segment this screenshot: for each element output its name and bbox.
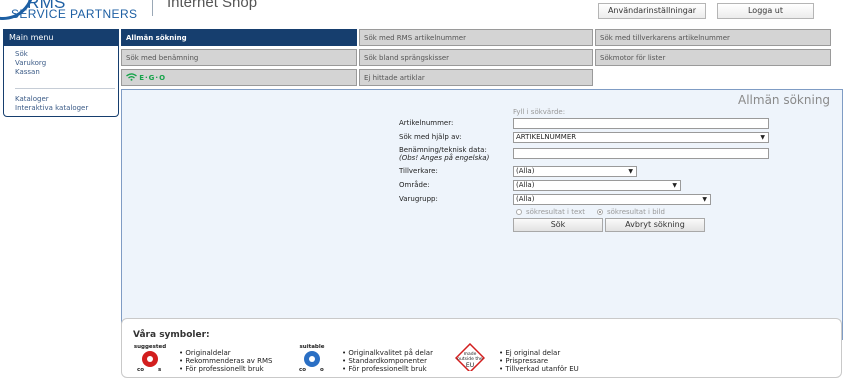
search-by-value: ARTIKELNUMMER	[516, 133, 577, 141]
suggested-badge-icon: suggested co s	[134, 344, 166, 373]
logo-subtitle: SERVICE PARTNERS	[11, 7, 138, 21]
symbol-item: Originaldelar	[179, 349, 272, 357]
symbol-list-quality: Originalkvalitet på delar Standardkompon…	[342, 349, 433, 373]
manufacturer-value: (Alla)	[516, 167, 535, 175]
tab-rms-artikelnummer[interactable]: Sök med RMS artikelnummer	[359, 29, 593, 46]
symbol-item: Originalkvalitet på delar	[342, 349, 433, 357]
svg-text:suggested: suggested	[134, 344, 166, 350]
menu-item-varukorg[interactable]: Varukorg	[15, 59, 46, 67]
article-number-input[interactable]	[513, 118, 769, 129]
svg-text:co: co	[137, 367, 144, 373]
symbol-list-non-original: Ej original delar Prispressare Tillverka…	[499, 349, 579, 373]
label-tillverkare: Tillverkare:	[399, 167, 438, 175]
suitable-badge-icon: suitable co o	[299, 344, 325, 373]
input-hint: Fyll i sökvärde:	[513, 108, 566, 116]
label-benamning: Benämning/teknisk data:	[399, 146, 487, 154]
menu-divider	[15, 88, 115, 89]
symbol-list-original: Originaldelar Rekommenderas av RMS För p…	[179, 349, 272, 373]
area-select[interactable]: (Alla) ▼	[513, 180, 681, 191]
menu-item-kassan[interactable]: Kassan	[15, 68, 40, 76]
main-menu: Main menu Sök Varukorg Kassan Kataloger …	[3, 29, 119, 117]
ego-label: E·G·O	[139, 74, 167, 82]
dropdown-arrow-icon: ▼	[672, 182, 677, 189]
svg-text:s: s	[158, 367, 162, 373]
radio-result-text[interactable]	[516, 209, 522, 215]
svg-text:EU: EU	[466, 362, 474, 369]
svg-text:o: o	[320, 367, 324, 373]
group-value: (Alla)	[516, 195, 535, 203]
area-value: (Alla)	[516, 181, 535, 189]
settings-button[interactable]: Användarinställningar	[598, 3, 706, 19]
dropdown-arrow-icon: ▼	[702, 196, 707, 203]
symbol-item: Standardkomponenter	[342, 357, 433, 365]
manufacturer-select[interactable]: (Alla) ▼	[513, 166, 637, 177]
cancel-search-button[interactable]: Avbryt sökning	[605, 218, 705, 232]
label-benamning-note: (Obs! Anges på engelska)	[399, 154, 490, 162]
search-button[interactable]: Sök	[513, 218, 603, 232]
svg-text:co: co	[299, 367, 306, 373]
symbol-item: Prispressare	[499, 357, 579, 365]
group-select[interactable]: (Alla) ▼	[513, 194, 711, 205]
radio-result-image-label: sökresultat i bild	[607, 208, 665, 216]
symbol-item: För professionellt bruk	[342, 365, 433, 373]
dropdown-arrow-icon: ▼	[760, 134, 765, 141]
radio-result-image[interactable]	[597, 209, 603, 215]
header-divider	[152, 0, 153, 16]
shop-title: Internet Shop	[167, 0, 258, 11]
menu-item-interaktiva-kataloger[interactable]: Interaktiva kataloger	[15, 104, 88, 112]
dropdown-arrow-icon: ▼	[628, 168, 633, 175]
tab-sok-med-benamning[interactable]: Sök med benämning	[121, 49, 357, 66]
symbol-item: Rekommenderas av RMS	[179, 357, 272, 365]
radio-result-text-label: sökresultat i text	[526, 208, 586, 216]
tab-sprangskisser[interactable]: Sök bland sprängskisser	[359, 49, 593, 66]
wifi-icon	[126, 73, 137, 81]
svg-text:suitable: suitable	[300, 344, 325, 350]
tab-tillverkarens-artikelnummer[interactable]: Sök med tillverkarens artikelnummer	[595, 29, 831, 46]
main-menu-title: Main menu	[4, 30, 118, 46]
label-sok-med-hjalp-av: Sök med hjälp av:	[399, 133, 462, 141]
tab-ej-hittade-artiklar[interactable]: Ej hittade artiklar	[359, 69, 593, 86]
tab-ego[interactable]: E·G·O	[121, 69, 357, 86]
label-artikelnummer: Artikelnummer:	[399, 119, 454, 127]
search-by-select[interactable]: ARTIKELNUMMER ▼	[513, 132, 769, 143]
label-omrade: Område:	[399, 181, 430, 189]
tab-allman-sokning[interactable]: Allmän sökning	[121, 29, 357, 46]
symbol-item: Tillverkad utanför EU	[499, 365, 578, 373]
tab-sokmotor-lister[interactable]: Sökmotor för lister	[595, 49, 831, 66]
description-input[interactable]	[513, 148, 769, 159]
made-outside-eu-icon: made outside the EU	[455, 343, 485, 371]
panel-title: Allmän sökning	[738, 93, 831, 107]
symbol-item: Ej original delar	[499, 349, 579, 357]
menu-item-kataloger[interactable]: Kataloger	[15, 95, 49, 103]
menu-item-sok[interactable]: Sök	[15, 50, 28, 58]
symbol-item: För professionellt bruk	[179, 365, 272, 373]
symbols-title: Våra symboler:	[133, 330, 210, 340]
label-varugrupp: Varugrupp:	[399, 195, 438, 203]
logout-button[interactable]: Logga ut	[717, 3, 814, 19]
